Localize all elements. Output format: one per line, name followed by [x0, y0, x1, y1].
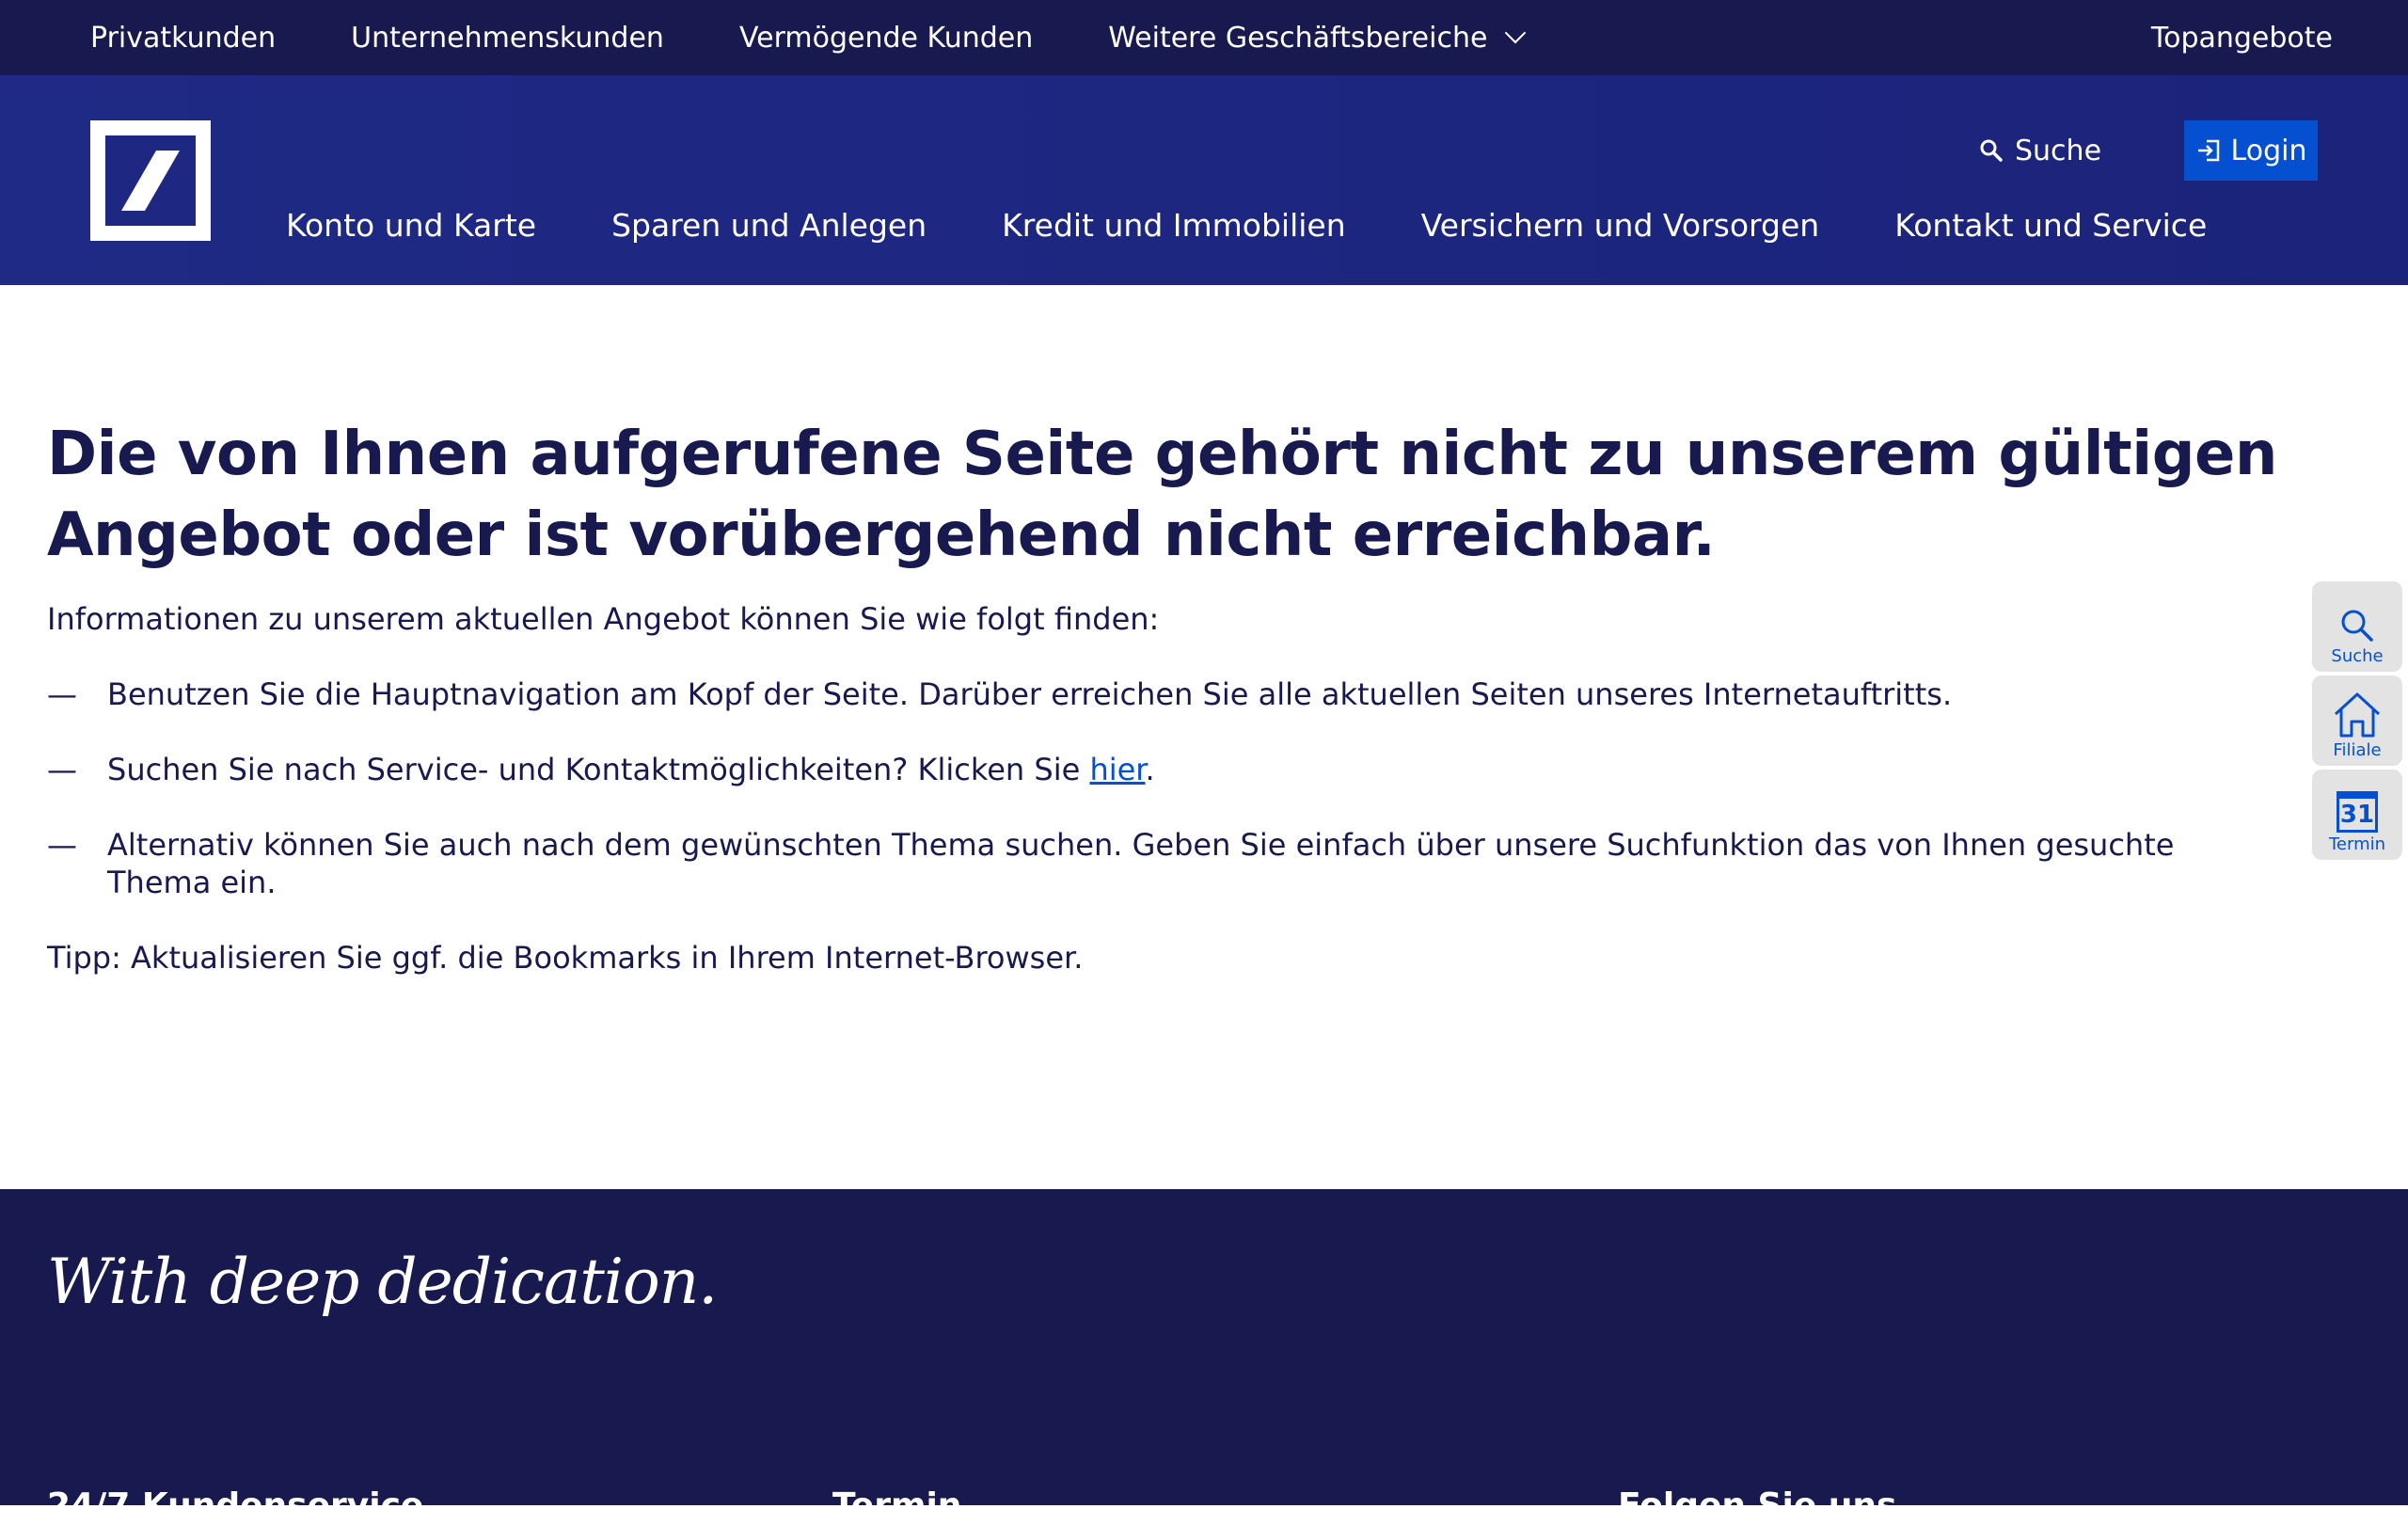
main-header: Suche Login Konto und Karte Sparen und A…	[0, 75, 2408, 285]
login-label: Login	[2230, 134, 2307, 167]
topangebote-link[interactable]: Topangebote	[2151, 0, 2333, 75]
segment-link-unternehmenskunden[interactable]: Unternehmenskunden	[351, 22, 664, 55]
side-filiale-button[interactable]: Filiale	[2312, 675, 2402, 766]
topangebote-label: Topangebote	[2150, 21, 2333, 55]
segment-link-label: Vermögende Kunden	[738, 21, 1034, 55]
nav-kontakt-und-service[interactable]: Kontakt und Service	[1894, 207, 2207, 244]
segment-link-label: Unternehmenskunden	[351, 21, 664, 55]
segment-nav: Privatkunden Unternehmenskunden Vermögen…	[90, 0, 1598, 75]
side-tool-label: Filiale	[2333, 740, 2382, 760]
tip-text: Tipp: Aktualisieren Sie ggf. die Bookmar…	[47, 940, 1084, 976]
segment-link-privatkunden[interactable]: Privatkunden	[90, 22, 276, 55]
logo-slash-icon	[121, 151, 180, 211]
list-item-text: Benutzen Sie die Hauptnavigation am Kopf…	[107, 676, 1953, 712]
side-tool-label: Suche	[2331, 646, 2384, 666]
segment-link-label: Weitere Geschäftsbereiche	[1108, 21, 1488, 55]
chevron-down-icon	[1505, 22, 1527, 44]
search-icon	[1980, 139, 2003, 162]
nav-konto-und-karte[interactable]: Konto und Karte	[286, 207, 536, 244]
login-icon	[2197, 139, 2219, 162]
footer-heading-folgen-sie-uns: Folgen Sie uns	[1618, 1486, 1897, 1525]
footer-heading-kundenservice: 24/7 Kundenservice	[47, 1486, 424, 1525]
list-dash: —	[47, 752, 77, 787]
header-search-button[interactable]: Suche	[1979, 120, 2101, 181]
home-icon	[2334, 692, 2381, 738]
service-link-hier[interactable]: hier	[1089, 752, 1145, 787]
list-item: — Alternativ können Sie auch nach dem ge…	[47, 826, 2286, 901]
list-item-text: Suchen Sie nach Service- und Kontaktmögl…	[107, 752, 1090, 787]
error-content: Die von Ihnen aufgerufene Seite gehört n…	[47, 414, 2286, 977]
top-bar: Privatkunden Unternehmenskunden Vermögen…	[0, 0, 2408, 75]
side-termin-button[interactable]: 31 Termin	[2312, 770, 2402, 860]
list-item: — Suchen Sie nach Service- und Kontaktmö…	[47, 751, 2286, 788]
calendar-icon: 31	[2337, 791, 2378, 833]
deutsche-bank-logo[interactable]	[90, 120, 211, 241]
search-icon	[2341, 610, 2373, 642]
segment-link-weitere-geschaeftsbereiche[interactable]: Weitere Geschäftsbereiche	[1108, 21, 1527, 55]
footer-heading-termin: Termin	[832, 1486, 962, 1525]
list-item: — Benutzen Sie die Hauptnavigation am Ko…	[47, 675, 2286, 713]
segment-link-vermoegende-kunden[interactable]: Vermögende Kunden	[739, 22, 1033, 55]
side-tool-label: Termin	[2328, 834, 2386, 854]
list-item-text: Alternativ können Sie auch nach dem gewü…	[107, 827, 2175, 900]
footer: With deep dedication. 24/7 Kundenservice…	[0, 1189, 2408, 1525]
list-dash: —	[47, 827, 77, 863]
login-button[interactable]: Login	[2184, 120, 2318, 181]
logo-square	[105, 135, 196, 226]
page-title: Die von Ihnen aufgerufene Seite gehört n…	[47, 420, 2277, 570]
intro-text: Informationen zu unserem aktuellen Angeb…	[47, 601, 1160, 637]
list-item-suffix: .	[1145, 752, 1155, 787]
side-search-button[interactable]: Suche	[2312, 581, 2402, 672]
footer-slogan: With deep dedication.	[47, 1246, 718, 1318]
nav-sparen-und-anlegen[interactable]: Sparen und Anlegen	[611, 207, 927, 244]
nav-kredit-und-immobilien[interactable]: Kredit und Immobilien	[1002, 207, 1345, 244]
nav-versichern-und-vorsorgen[interactable]: Versichern und Vorsorgen	[1421, 207, 1820, 244]
help-list: — Benutzen Sie die Hauptnavigation am Ko…	[47, 675, 2286, 901]
segment-link-label: Privatkunden	[90, 21, 277, 55]
list-dash: —	[47, 676, 77, 712]
main-nav: Konto und Karte Sparen und Anlegen Kredi…	[286, 207, 2282, 244]
search-label: Suche	[2015, 134, 2102, 167]
